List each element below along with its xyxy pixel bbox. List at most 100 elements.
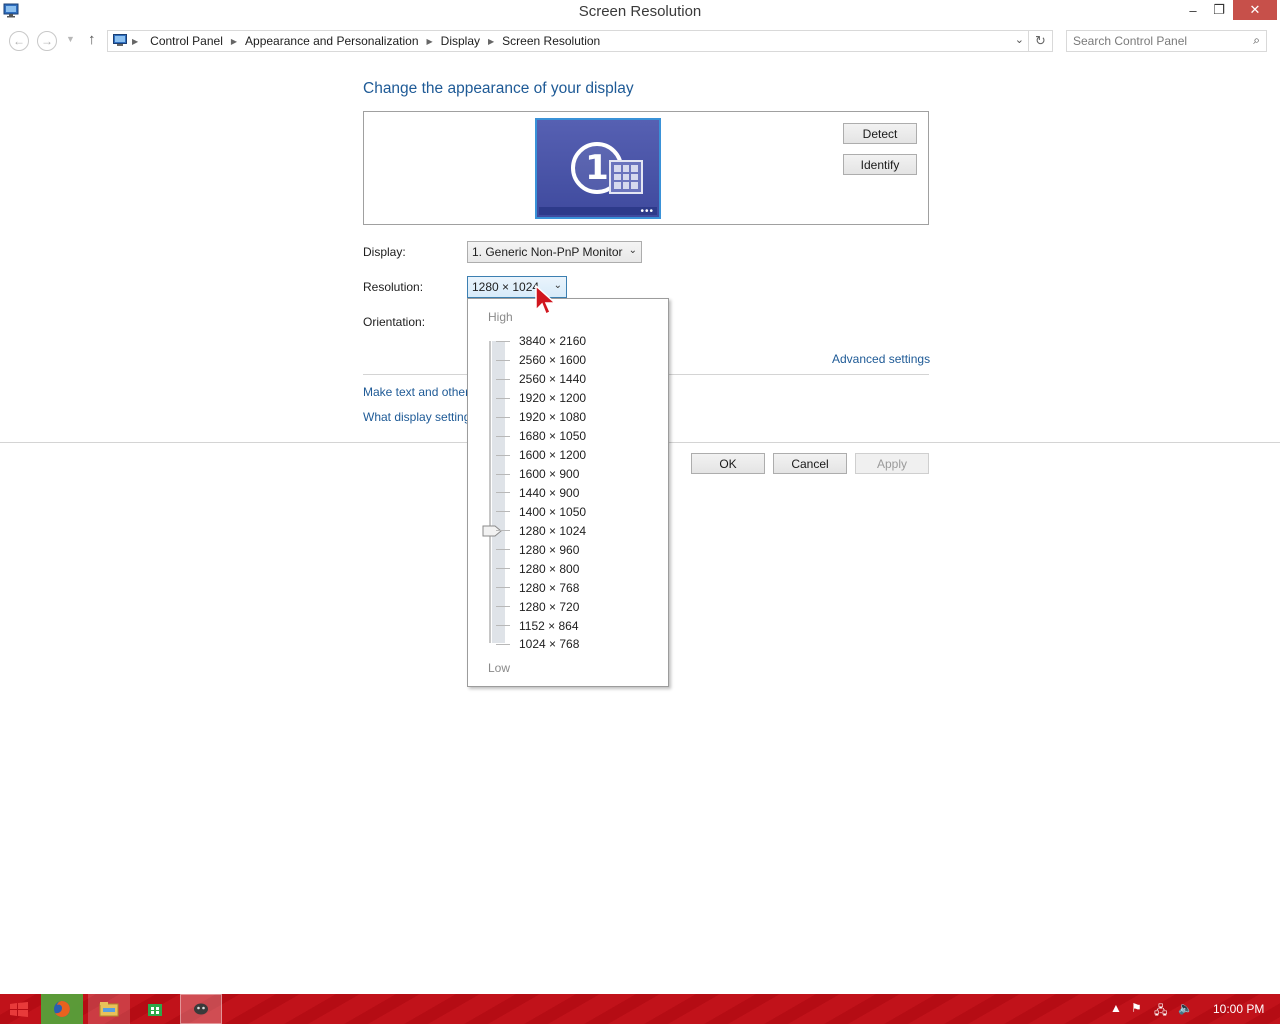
control-panel-icon bbox=[113, 34, 127, 46]
show-hidden-icons-icon[interactable]: ▲ bbox=[1110, 1001, 1122, 1015]
resolution-option[interactable]: 1280 × 1024 bbox=[496, 521, 656, 540]
mouse-cursor-icon bbox=[535, 284, 557, 316]
resolution-option[interactable]: 1280 × 720 bbox=[496, 597, 656, 616]
high-label: High bbox=[488, 310, 513, 324]
page-title: Change the appearance of your display bbox=[363, 80, 634, 97]
refresh-icon: ↻ bbox=[1035, 33, 1046, 48]
monitor-1-tile[interactable]: 1 ••• bbox=[535, 118, 661, 219]
address-bar[interactable]: ▶ Control Panel ▶ Appearance and Persona… bbox=[107, 30, 1029, 52]
start-icon[interactable] bbox=[10, 1002, 28, 1017]
up-arrow-icon[interactable]: ↑ bbox=[88, 31, 96, 48]
maximize-button[interactable]: ❐ bbox=[1206, 0, 1232, 20]
display-settings-help-link[interactable]: What display setting bbox=[363, 410, 470, 424]
ok-button[interactable]: OK bbox=[691, 453, 765, 474]
breadcrumb-control-panel[interactable]: Control Panel bbox=[150, 34, 223, 48]
search-input[interactable] bbox=[1073, 33, 1243, 49]
low-label: Low bbox=[488, 661, 511, 675]
apply-button[interactable]: Apply bbox=[855, 453, 929, 474]
breadcrumb-screen-resolution[interactable]: Screen Resolution bbox=[502, 34, 600, 48]
slider-tick bbox=[496, 473, 510, 475]
refresh-button[interactable]: ↻ bbox=[1029, 30, 1053, 52]
text-size-link[interactable]: Make text and other bbox=[363, 385, 469, 399]
close-button[interactable]: ✕ bbox=[1233, 0, 1277, 20]
breadcrumb-separator-icon[interactable]: ▶ bbox=[427, 37, 433, 46]
search-icon[interactable]: ⌕ bbox=[1253, 33, 1260, 48]
slider-tick bbox=[496, 625, 510, 627]
resolution-option-label: 1920 × 1080 bbox=[519, 410, 587, 425]
resolution-option[interactable]: 2560 × 1440 bbox=[496, 370, 656, 389]
taskbar-firefox[interactable] bbox=[41, 994, 83, 1024]
orientation-label: Orientation: bbox=[363, 315, 426, 329]
resolution-option-label: 2560 × 1440 bbox=[519, 372, 587, 387]
resolution-option[interactable]: 1280 × 800 bbox=[496, 559, 656, 578]
cancel-button[interactable]: Cancel bbox=[773, 453, 847, 474]
resolution-option[interactable]: 1600 × 900 bbox=[496, 465, 656, 484]
slider-tick bbox=[496, 511, 510, 513]
resolution-option-label: 1400 × 1050 bbox=[519, 504, 587, 519]
identify-button[interactable]: Identify bbox=[843, 154, 917, 175]
resolution-option[interactable]: 1024 × 768 bbox=[496, 635, 656, 654]
screen-resolution-window: Screen Resolution – ❐ ✕ ← → ▼ ↑ ▶ Contro… bbox=[0, 0, 1280, 1024]
resolution-option[interactable]: 1920 × 1200 bbox=[496, 389, 656, 408]
resolution-option-label: 1600 × 900 bbox=[519, 467, 580, 482]
slider-tick bbox=[496, 359, 510, 361]
resolution-option-label: 2560 × 1600 bbox=[519, 353, 587, 368]
resolution-option-label: 1024 × 768 bbox=[519, 637, 580, 652]
detect-button[interactable]: Detect bbox=[843, 123, 917, 144]
advanced-settings-link[interactable]: Advanced settings bbox=[832, 352, 930, 366]
breadcrumb-separator-icon[interactable]: ▶ bbox=[132, 37, 138, 46]
slider-tick bbox=[496, 454, 510, 456]
resolution-option-label: 1280 × 1024 bbox=[519, 523, 587, 538]
breadcrumb-appearance[interactable]: Appearance and Personalization bbox=[245, 34, 418, 48]
forward-button[interactable]: → bbox=[37, 31, 57, 51]
resolution-option-label: 1680 × 1050 bbox=[519, 429, 587, 444]
chevron-down-icon: ⌄ bbox=[628, 245, 637, 256]
taskbar-active-app[interactable] bbox=[180, 994, 222, 1024]
breadcrumb-separator-icon[interactable]: ▶ bbox=[231, 37, 237, 46]
breadcrumb-separator-icon[interactable]: ▶ bbox=[488, 37, 494, 46]
resolution-option[interactable]: 1152 × 864 bbox=[496, 616, 656, 635]
breadcrumb-display[interactable]: Display bbox=[441, 34, 480, 48]
taskbar-file-explorer[interactable] bbox=[88, 994, 130, 1024]
ellipsis-icon: ••• bbox=[640, 206, 654, 217]
navigation-bar: ← → ▼ ↑ ▶ Control Panel ▶ Appearance and… bbox=[0, 29, 1280, 53]
resolution-option[interactable]: 1400 × 1050 bbox=[496, 502, 656, 521]
slider-rail bbox=[489, 341, 491, 643]
action-center-flag-icon[interactable]: ⚑ bbox=[1131, 1001, 1142, 1015]
resolution-option[interactable]: 2560 × 1600 bbox=[496, 351, 656, 370]
back-button[interactable]: ← bbox=[9, 31, 29, 51]
display-select[interactable]: 1. Generic Non-PnP Monitor ⌄ bbox=[467, 241, 642, 263]
slider-tick bbox=[496, 378, 510, 380]
resolution-option[interactable]: 1440 × 900 bbox=[496, 484, 656, 503]
recent-locations-icon[interactable]: ▼ bbox=[66, 34, 75, 44]
network-icon[interactable]: 🖧 bbox=[1154, 1001, 1167, 1022]
resolution-option-label: 1600 × 1200 bbox=[519, 448, 587, 463]
resolution-option[interactable]: 1680 × 1050 bbox=[496, 427, 656, 446]
slider-tick bbox=[496, 416, 510, 418]
slider-tick bbox=[496, 530, 510, 532]
resolution-option-label: 1152 × 864 bbox=[519, 618, 579, 633]
slider-tick bbox=[496, 435, 510, 437]
resolution-option[interactable]: 1600 × 1200 bbox=[496, 446, 656, 465]
clock[interactable]: 10:00 PM bbox=[1213, 1002, 1264, 1016]
slider-tick bbox=[496, 397, 510, 399]
resolution-option[interactable]: 1280 × 960 bbox=[496, 540, 656, 559]
display-select-value: 1. Generic Non-PnP Monitor bbox=[472, 245, 623, 259]
resolution-option-label: 3840 × 2160 bbox=[519, 334, 587, 349]
title-bar: Screen Resolution – ❐ ✕ bbox=[0, 0, 1280, 23]
minimize-button[interactable]: – bbox=[1180, 0, 1206, 20]
store-icon bbox=[148, 1004, 162, 1016]
monitor-arrangement-panel: 1 ••• Detect Identify bbox=[363, 111, 929, 225]
volume-muted-icon[interactable]: 🔈 bbox=[1178, 1001, 1193, 1015]
resolution-option[interactable]: 1920 × 1080 bbox=[496, 408, 656, 427]
search-box[interactable]: ⌕ bbox=[1066, 30, 1267, 52]
resolution-dropdown: High 3840 × 2160 2560 × 1600 2560 × 1440 19… bbox=[467, 298, 669, 687]
slider-tick bbox=[496, 492, 510, 494]
taskbar: ▲ ⚑ 🖧 🔈 10:00 PM bbox=[0, 994, 1280, 1024]
taskbar-store[interactable] bbox=[134, 994, 176, 1024]
slider-tick bbox=[496, 587, 510, 589]
resolution-option-label: 1440 × 900 bbox=[519, 485, 580, 500]
resolution-option[interactable]: 1280 × 768 bbox=[496, 578, 656, 597]
chevron-down-icon[interactable]: ⌄ bbox=[1015, 33, 1024, 46]
resolution-option[interactable]: 3840 × 2160 bbox=[496, 332, 656, 351]
